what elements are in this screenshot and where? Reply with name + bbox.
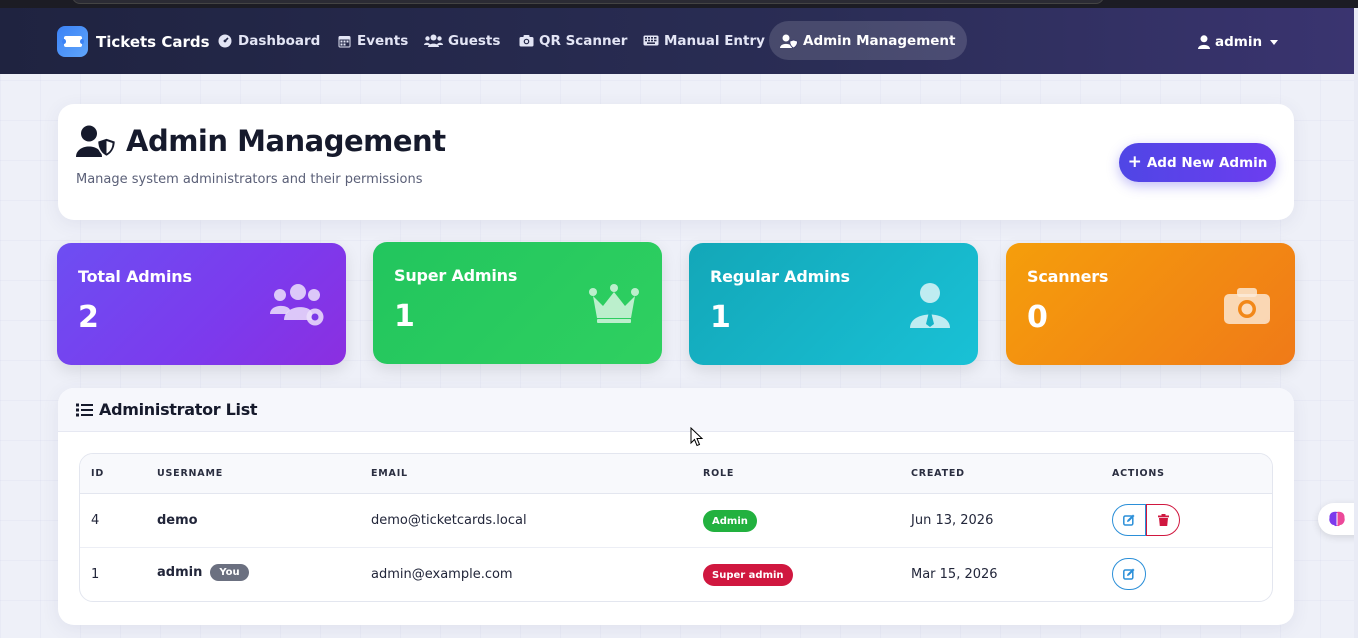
browser-top-strip <box>0 0 1358 8</box>
stat-value: 2 <box>78 300 99 335</box>
top-navbar: Tickets Cards Dashboard Events Guests QR… <box>0 8 1358 74</box>
browser-address-bar[interactable] <box>72 0 1104 4</box>
user-name: admin <box>1215 34 1263 50</box>
nav-admin-management[interactable]: Admin Management <box>769 21 967 60</box>
edit-button[interactable] <box>1112 504 1146 536</box>
ticket-icon <box>57 26 88 57</box>
nav-events[interactable]: Events <box>325 21 419 60</box>
trash-icon <box>1157 514 1169 526</box>
stat-value: 0 <box>1027 300 1048 335</box>
user-shield-icon <box>780 34 798 48</box>
nav-label: Guests <box>448 32 501 49</box>
user-menu-dropdown[interactable]: admin <box>1198 34 1279 50</box>
user-tie-icon <box>902 281 958 329</box>
camera-icon <box>518 34 534 48</box>
nav-label: Admin Management <box>803 32 956 49</box>
user-shield-icon <box>76 125 116 157</box>
page-title: Admin Management <box>126 124 446 158</box>
column-header-id: ID <box>91 468 105 479</box>
column-header-email: EMAIL <box>371 468 408 479</box>
dashboard-icon <box>217 34 233 48</box>
column-header-username: USERNAME <box>157 468 224 479</box>
role-badge: Admin <box>703 510 757 532</box>
cell-id: 1 <box>91 567 100 582</box>
assistant-widget-button[interactable] <box>1318 503 1358 535</box>
plus-icon: + <box>1127 151 1142 172</box>
stat-label: Regular Admins <box>710 267 850 286</box>
row-actions <box>1112 504 1180 536</box>
stat-value: 1 <box>710 300 731 335</box>
nav-manual-entry[interactable]: Manual Entry <box>631 21 776 60</box>
table-header-row: ID USERNAME EMAIL ROLE CREATED ACTIONS <box>80 454 1272 494</box>
column-header-created: CREATED <box>911 468 965 479</box>
scrollbar-track[interactable] <box>1354 8 1358 638</box>
nav-qr-scanner[interactable]: QR Scanner <box>507 21 638 60</box>
stat-label: Scanners <box>1027 267 1109 286</box>
nav-guests[interactable]: Guests <box>413 21 511 60</box>
stat-card-scanners: Scanners 0 <box>1006 243 1295 365</box>
add-new-admin-button[interactable]: + Add New Admin <box>1119 143 1276 182</box>
page-subtitle: Manage system administrators and their p… <box>76 172 423 187</box>
column-header-role: ROLE <box>703 468 735 479</box>
cell-username-group: admin You <box>157 564 249 581</box>
nav-dashboard[interactable]: Dashboard <box>206 21 331 60</box>
stat-value: 1 <box>394 299 415 334</box>
users-cog-icon <box>270 281 326 329</box>
keyboard-icon <box>642 34 659 48</box>
calendar-icon <box>336 34 352 48</box>
brand[interactable]: Tickets Cards <box>57 26 210 57</box>
add-button-label: Add New Admin <box>1146 154 1268 171</box>
edit-icon <box>1123 514 1135 526</box>
list-header: Administrator List <box>58 388 1294 432</box>
list-icon <box>76 403 93 417</box>
brain-icon <box>1328 511 1346 527</box>
mouse-cursor-icon <box>690 426 704 451</box>
nav-label: Events <box>357 32 409 49</box>
crown-icon <box>586 280 642 328</box>
stat-card-regular-admins: Regular Admins 1 <box>689 243 978 365</box>
users-icon <box>424 34 443 48</box>
stat-card-total-admins: Total Admins 2 <box>57 243 346 365</box>
brand-name: Tickets Cards <box>96 32 210 51</box>
page-title-group: Admin Management <box>76 124 446 158</box>
nav-label: QR Scanner <box>539 32 628 49</box>
role-badge: Super admin <box>703 564 793 586</box>
camera-icon <box>1219 281 1275 329</box>
admin-table: ID USERNAME EMAIL ROLE CREATED ACTIONS 4… <box>79 453 1273 602</box>
cell-created: Jun 13, 2026 <box>911 513 994 528</box>
cell-username: admin <box>157 565 203 580</box>
stat-card-super-admins: Super Admins 1 <box>373 242 662 364</box>
you-badge: You <box>210 564 249 581</box>
edit-button[interactable] <box>1112 558 1146 590</box>
page-header-card: Admin Management Manage system administr… <box>58 104 1294 220</box>
column-header-actions: ACTIONS <box>1112 468 1165 479</box>
user-icon <box>1198 35 1210 49</box>
stat-label: Super Admins <box>394 266 518 285</box>
table-row: 1 admin You admin@example.com Super admin… <box>80 548 1272 601</box>
chevron-down-icon <box>1270 39 1279 45</box>
stat-label: Total Admins <box>78 267 192 286</box>
cell-email: admin@example.com <box>371 567 513 582</box>
cell-email: demo@ticketcards.local <box>371 513 527 528</box>
nav-label: Manual Entry <box>664 32 765 49</box>
cell-username: demo <box>157 513 198 528</box>
cell-created: Mar 15, 2026 <box>911 567 998 582</box>
administrator-list-card: Administrator List ID USERNAME EMAIL ROL… <box>58 388 1294 625</box>
list-title: Administrator List <box>99 400 258 419</box>
delete-button[interactable] <box>1146 504 1180 536</box>
cell-id: 4 <box>91 513 100 528</box>
table-row: 4 demo demo@ticketcards.local Admin Jun … <box>80 494 1272 548</box>
edit-icon <box>1123 568 1135 580</box>
nav-label: Dashboard <box>238 32 321 49</box>
